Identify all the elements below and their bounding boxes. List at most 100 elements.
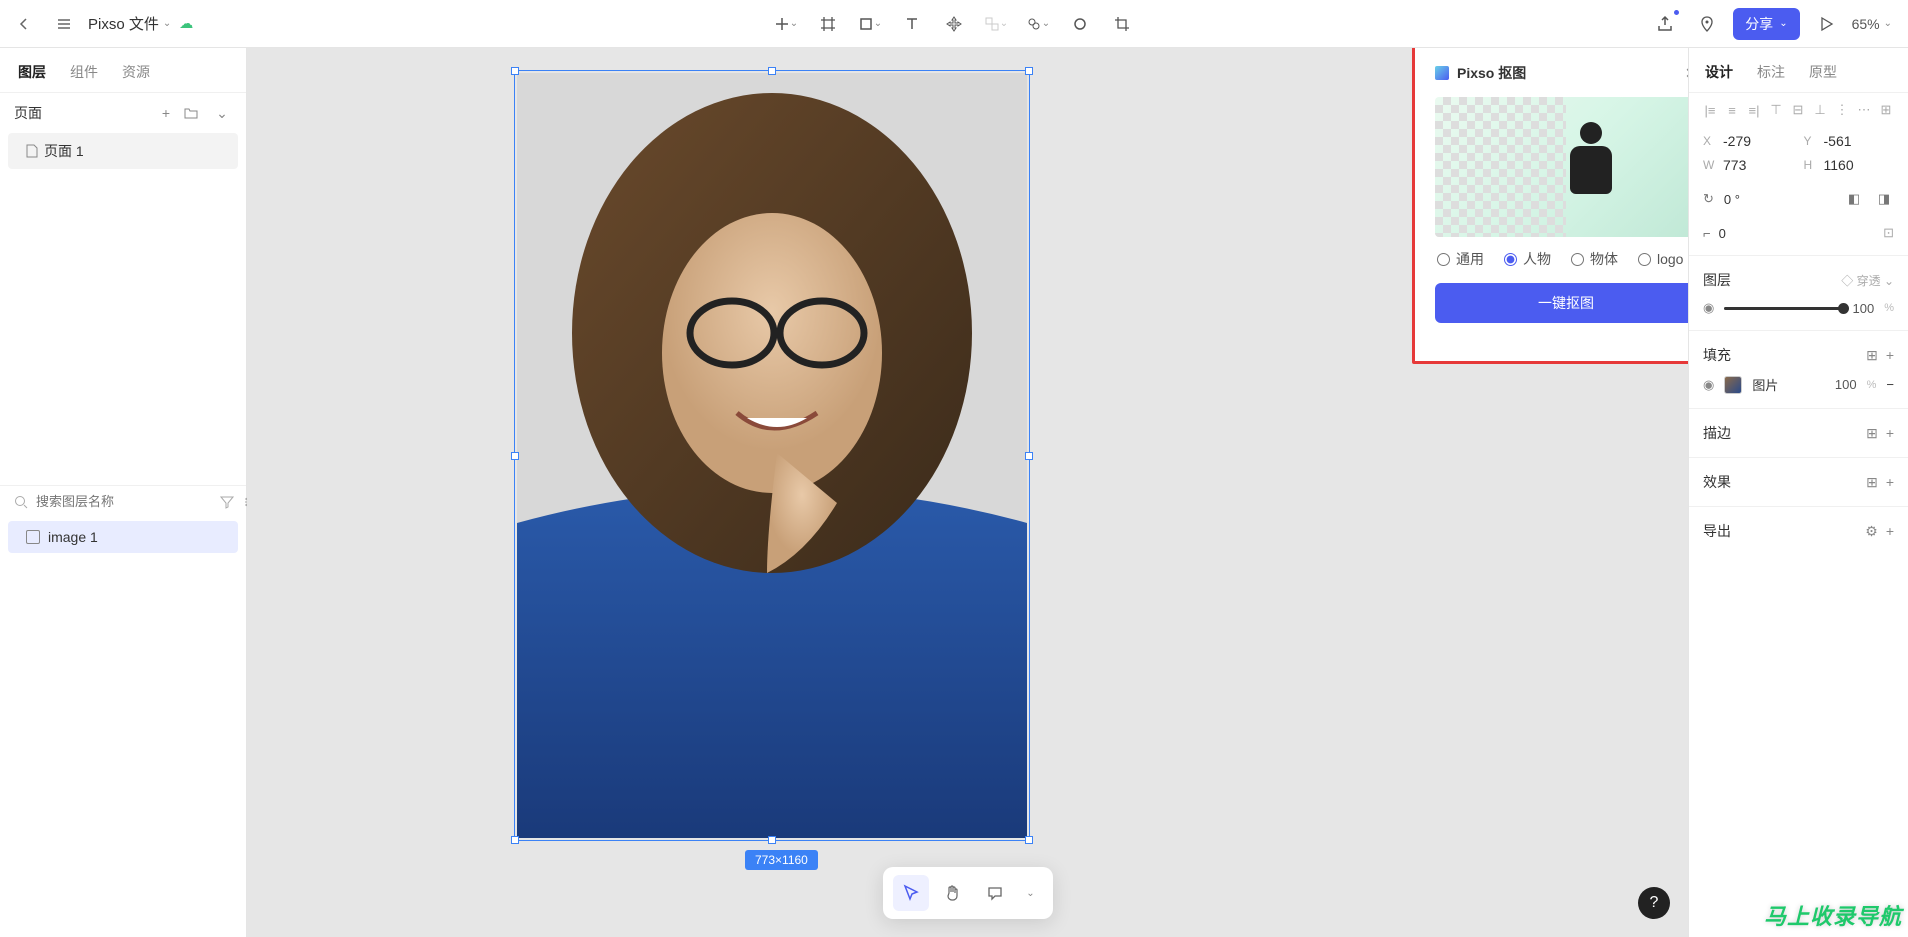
- radio-general[interactable]: 通用: [1437, 249, 1484, 269]
- hand-tool[interactable]: [935, 875, 971, 911]
- h-input[interactable]: H1160: [1804, 157, 1895, 173]
- more-tools[interactable]: ⌄: [1019, 875, 1043, 911]
- chevron-down-icon: ⌄: [790, 18, 798, 29]
- rotation-input[interactable]: 0 °: [1724, 192, 1834, 207]
- flip-v-icon[interactable]: ◨: [1874, 189, 1894, 209]
- radio-person[interactable]: 人物: [1504, 249, 1551, 269]
- flip-h-icon[interactable]: ◧: [1844, 189, 1864, 209]
- radio-object[interactable]: 物体: [1571, 249, 1618, 269]
- crop-tool[interactable]: [1106, 8, 1138, 40]
- zoom-dropdown[interactable]: 65% ⌄: [1852, 16, 1900, 32]
- menu-button[interactable]: [48, 8, 80, 40]
- tab-design[interactable]: 设计: [1705, 62, 1733, 82]
- canvas-area[interactable]: 773×1160 Pixso 抠图 ✕ 通用 人物: [247, 48, 1688, 937]
- fill-swatch[interactable]: [1724, 376, 1742, 394]
- opacity-slider[interactable]: [1724, 307, 1842, 310]
- effect-style-icon[interactable]: ⊞: [1866, 474, 1878, 491]
- layer-section: 图层 ◇ 穿透 ⌄ ◉ 100%: [1689, 255, 1908, 330]
- location-icon[interactable]: [1691, 8, 1723, 40]
- play-button[interactable]: [1810, 8, 1842, 40]
- align-bottom-icon[interactable]: ⊥: [1811, 101, 1829, 119]
- add-fill-icon[interactable]: +: [1886, 347, 1894, 363]
- collapse-pages-icon[interactable]: ⌄: [212, 105, 232, 122]
- align-top-icon[interactable]: ⊤: [1767, 101, 1785, 119]
- chevron-down-icon: ⌄: [1026, 888, 1034, 899]
- w-input[interactable]: W773: [1703, 157, 1794, 173]
- distribute-v-icon[interactable]: ⋯: [1855, 101, 1873, 119]
- stroke-style-icon[interactable]: ⊞: [1866, 425, 1878, 442]
- plugin-panel: Pixso 抠图 ✕ 通用 人物 物体 logo 一键抠图: [1423, 53, 1688, 337]
- x-input[interactable]: X-279: [1703, 133, 1794, 149]
- chevron-down-icon: ⌄: [1779, 18, 1787, 29]
- add-effect-icon[interactable]: +: [1886, 474, 1894, 490]
- floating-toolbar: ⌄: [883, 867, 1053, 919]
- radio-logo[interactable]: logo: [1638, 251, 1683, 267]
- tidy-icon[interactable]: ⊞: [1877, 101, 1895, 119]
- filter-icon[interactable]: [220, 495, 234, 509]
- export-section: 导出 ⚙ +: [1689, 506, 1908, 555]
- y-input[interactable]: Y-561: [1804, 133, 1895, 149]
- align-row: |≡ ≡ ≡| ⊤ ⊟ ⊥ ⋮ ⋯ ⊞: [1689, 93, 1908, 127]
- search-icon: [14, 495, 28, 509]
- fill-opacity-value[interactable]: 100: [1835, 377, 1857, 392]
- cursor-tool[interactable]: [893, 875, 929, 911]
- add-stroke-icon[interactable]: +: [1886, 425, 1894, 441]
- align-v-center-icon[interactable]: ⊟: [1789, 101, 1807, 119]
- remove-fill-icon[interactable]: −: [1886, 377, 1894, 392]
- chevron-down-icon: ⌄: [1000, 18, 1008, 29]
- main-layout: 图层 组件 资源 页面 + ⌄ 页面 1: [0, 48, 1908, 937]
- sync-status-icon: ☁: [179, 15, 193, 32]
- tab-layers[interactable]: 图层: [18, 62, 46, 82]
- effect-section: 效果 ⊞ +: [1689, 457, 1908, 506]
- layer-name: image 1: [48, 529, 98, 545]
- export-settings-icon[interactable]: ⚙: [1865, 523, 1878, 540]
- add-export-icon[interactable]: +: [1886, 523, 1894, 539]
- help-button[interactable]: ?: [1638, 887, 1670, 919]
- layer-item-image-1[interactable]: image 1: [8, 521, 238, 553]
- align-right-icon[interactable]: ≡|: [1745, 101, 1763, 119]
- share-button[interactable]: 分享 ⌄: [1733, 8, 1799, 40]
- close-icon[interactable]: ✕: [1685, 65, 1688, 82]
- visibility-icon[interactable]: ◉: [1703, 300, 1714, 316]
- corner-input[interactable]: 0: [1719, 226, 1876, 241]
- comment-tool[interactable]: [977, 875, 1013, 911]
- layer-search-input[interactable]: [36, 494, 212, 509]
- align-left-icon[interactable]: |≡: [1701, 101, 1719, 119]
- independent-corners-icon[interactable]: ⊡: [1883, 225, 1894, 241]
- add-page-icon[interactable]: +: [156, 105, 176, 121]
- fill-type-label: 图片: [1752, 375, 1778, 394]
- ellipse-tool[interactable]: [1064, 8, 1096, 40]
- tab-components[interactable]: 组件: [70, 62, 98, 82]
- cutout-button[interactable]: 一键抠图: [1435, 283, 1688, 323]
- zoom-value: 65%: [1852, 16, 1880, 32]
- align-h-center-icon[interactable]: ≡: [1723, 101, 1741, 119]
- add-tool[interactable]: ⌄: [770, 8, 802, 40]
- tab-resources[interactable]: 资源: [122, 62, 150, 82]
- page-folder-icon[interactable]: [184, 106, 204, 120]
- move-tool[interactable]: [938, 8, 970, 40]
- opacity-value[interactable]: 100: [1853, 301, 1875, 316]
- page-item-1[interactable]: 页面 1: [8, 133, 238, 169]
- component-tool[interactable]: ⌄: [980, 8, 1012, 40]
- right-panel: 设计 标注 原型 |≡ ≡ ≡| ⊤ ⊟ ⊥ ⋮ ⋯ ⊞ X-279 Y-561…: [1688, 48, 1908, 937]
- export-section-label: 导出: [1703, 521, 1731, 541]
- tab-prototype[interactable]: 原型: [1809, 62, 1837, 82]
- shape-tool[interactable]: ⌄: [854, 8, 886, 40]
- mode-radio-group: 通用 人物 物体 logo: [1423, 249, 1688, 283]
- boolean-tool[interactable]: ⌄: [1022, 8, 1054, 40]
- distribute-h-icon[interactable]: ⋮: [1833, 101, 1851, 119]
- right-tabs: 设计 标注 原型: [1689, 48, 1908, 93]
- fill-visibility-icon[interactable]: ◉: [1703, 377, 1714, 393]
- rotate-icon: ↻: [1703, 191, 1714, 207]
- fill-style-icon[interactable]: ⊞: [1866, 347, 1878, 364]
- tab-annotate[interactable]: 标注: [1757, 62, 1785, 82]
- file-name-dropdown[interactable]: Pixso 文件 ⌄: [88, 13, 171, 34]
- text-tool[interactable]: [896, 8, 928, 40]
- transparency-checker: [1435, 97, 1566, 237]
- export-icon[interactable]: [1649, 8, 1681, 40]
- plugin-preview: [1435, 97, 1688, 237]
- frame-tool[interactable]: [812, 8, 844, 40]
- chevron-down-icon: ⌄: [163, 18, 171, 29]
- blend-mode-dropdown[interactable]: ◇ 穿透 ⌄: [1841, 272, 1894, 289]
- back-button[interactable]: [8, 8, 40, 40]
